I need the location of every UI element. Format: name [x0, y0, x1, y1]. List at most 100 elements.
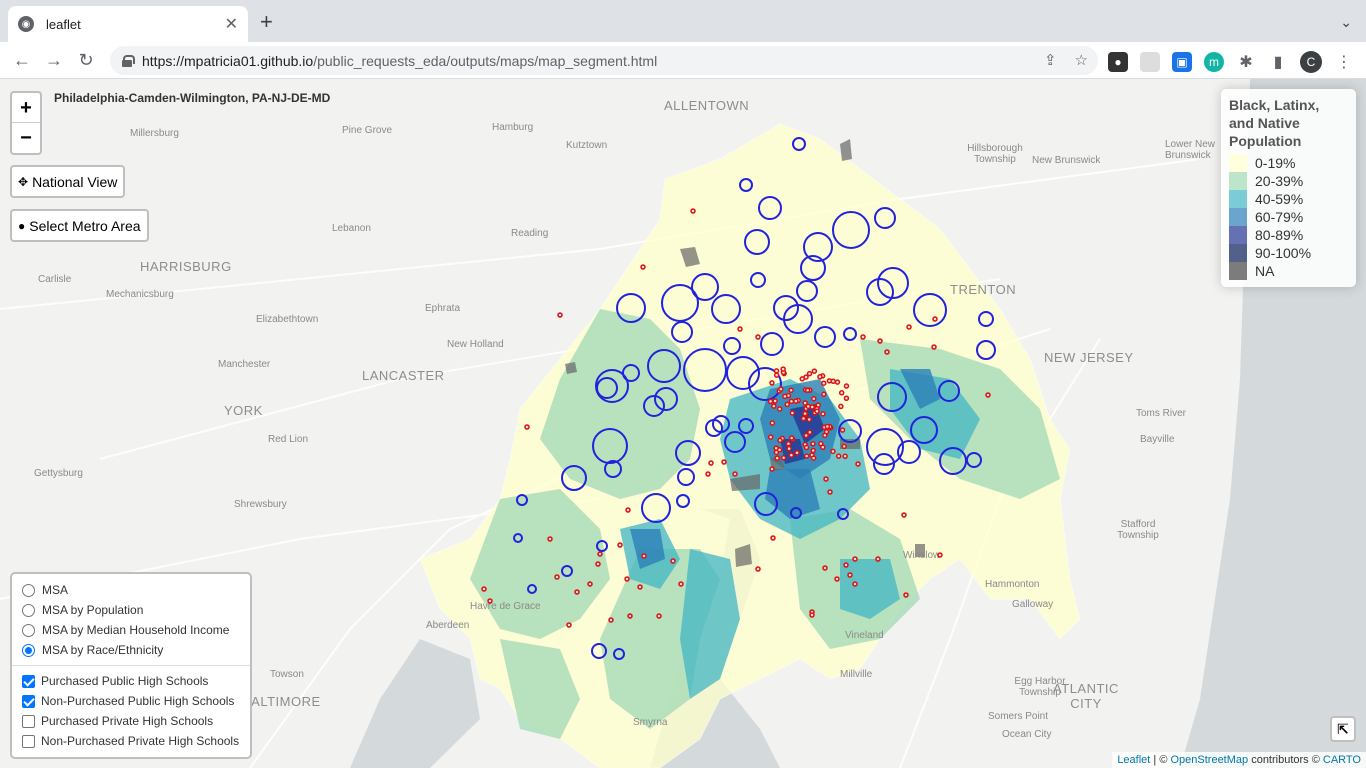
- leaflet-link[interactable]: Leaflet: [1117, 754, 1150, 766]
- carto-link[interactable]: CARTO: [1323, 754, 1361, 766]
- side-panel-icon[interactable]: ▮: [1268, 52, 1288, 72]
- non-purchased-school-marker: [874, 207, 896, 229]
- zoom-in-button[interactable]: +: [12, 93, 40, 123]
- extension-grey-icon[interactable]: [1140, 52, 1160, 72]
- purchased-school-marker: [566, 622, 572, 628]
- browser-tab[interactable]: ◉ leaflet ✕: [8, 6, 248, 42]
- non-purchased-school-marker: [910, 416, 938, 444]
- share-icon[interactable]: ⇪: [1044, 51, 1057, 69]
- purchased-school-marker: [803, 453, 810, 459]
- leaflet-map[interactable]: ALLENTOWN Millersburg Pine Grove Hamburg…: [0, 79, 1366, 768]
- extension-m-icon[interactable]: m: [1204, 52, 1224, 72]
- purchased-school-marker: [793, 398, 799, 404]
- purchased-school-marker: [830, 448, 836, 455]
- attribution-text: | ©: [1150, 754, 1171, 766]
- legend: Black, Latinx, and Native Population 0-1…: [1221, 89, 1356, 287]
- non-purchased-school-marker: [596, 540, 608, 552]
- non-purchased-school-marker: [866, 428, 904, 466]
- overlay-layer-option[interactable]: Non-Purchased Private High Schools: [22, 731, 242, 751]
- purchased-school-marker: [809, 612, 815, 618]
- purchased-school-marker: [547, 536, 553, 542]
- non-purchased-school-marker: [939, 447, 967, 475]
- base-layer-option[interactable]: MSA by Race/Ethnicity: [22, 640, 242, 660]
- non-purchased-school-marker: [654, 387, 678, 411]
- osm-link[interactable]: OpenStreetMap: [1170, 754, 1248, 766]
- purchased-school-marker: [524, 424, 530, 430]
- purchased-school-marker: [804, 387, 811, 393]
- purchased-school-marker: [773, 368, 780, 374]
- extension-blue-icon[interactable]: ▣: [1172, 52, 1192, 72]
- legend-item: 40-59%: [1229, 190, 1348, 208]
- purchased-school-marker: [937, 552, 943, 558]
- purchased-school-marker: [755, 566, 761, 572]
- purchased-school-marker: [774, 455, 780, 461]
- legend-item: 60-79%: [1229, 208, 1348, 226]
- address-bar[interactable]: https://mpatricia01.github.io/public_req…: [110, 46, 1098, 75]
- purchased-school-marker: [767, 434, 774, 440]
- purchased-school-marker: [640, 264, 646, 270]
- close-tab-icon[interactable]: ✕: [225, 14, 238, 34]
- purchased-school-marker: [824, 423, 831, 430]
- forward-arrow-icon[interactable]: →: [42, 48, 66, 72]
- legend-item: 20-39%: [1229, 172, 1348, 190]
- layer-label: MSA by Median Household Income: [42, 623, 230, 637]
- purchased-school-marker: [809, 404, 816, 410]
- reload-icon[interactable]: ↻: [74, 48, 98, 72]
- purchased-school-marker: [678, 581, 684, 587]
- fullscreen-button[interactable]: ⇱: [1330, 716, 1356, 742]
- purchased-school-marker: [789, 410, 796, 416]
- purchased-school-marker: [782, 393, 788, 400]
- radio-button[interactable]: [22, 623, 35, 637]
- national-view-button[interactable]: ✥ National View: [10, 165, 126, 198]
- layer-label: Purchased Public High Schools: [41, 674, 209, 688]
- non-purchased-school-marker: [976, 340, 996, 360]
- checkbox[interactable]: [22, 734, 35, 748]
- purchased-school-marker: [780, 454, 787, 461]
- radio-button[interactable]: [22, 643, 35, 657]
- base-layer-option[interactable]: MSA: [22, 580, 242, 600]
- purchased-school-marker: [811, 368, 818, 374]
- purchased-school-marker: [786, 445, 792, 452]
- purchased-school-marker: [587, 581, 593, 587]
- layer-label: Purchased Private High Schools: [41, 714, 214, 728]
- checkbox[interactable]: [22, 714, 35, 728]
- puzzle-extensions-icon[interactable]: ✱: [1236, 52, 1256, 72]
- non-purchased-school-marker: [591, 643, 607, 659]
- national-view-label: National View: [32, 173, 118, 190]
- purchased-school-marker: [903, 592, 909, 598]
- overlay-layer-option[interactable]: Non-Purchased Public High Schools: [22, 691, 242, 711]
- purchased-school-marker: [773, 372, 780, 378]
- tab-search-chevron-icon[interactable]: ⌄: [1340, 14, 1352, 31]
- new-tab-button[interactable]: +: [260, 11, 273, 33]
- purchased-school-marker: [802, 400, 808, 406]
- base-layer-option[interactable]: MSA by Population: [22, 600, 242, 620]
- non-purchased-school-marker: [527, 584, 537, 594]
- checkbox[interactable]: [22, 694, 35, 708]
- radio-button[interactable]: [22, 603, 35, 617]
- non-purchased-school-marker: [738, 418, 754, 434]
- base-layer-option[interactable]: MSA by Median Household Income: [22, 620, 242, 640]
- non-purchased-school-marker: [837, 508, 849, 520]
- radio-button[interactable]: [22, 583, 35, 597]
- map-title: Philadelphia-Camden-Wilmington, PA-NJ-DE…: [54, 91, 331, 105]
- purchased-school-marker: [777, 437, 783, 444]
- overlay-layer-option[interactable]: Purchased Private High Schools: [22, 711, 242, 731]
- purchased-school-marker: [778, 386, 784, 392]
- overlay-layer-option[interactable]: Purchased Public High Schools: [22, 671, 242, 691]
- kebab-menu-icon[interactable]: ⋮: [1334, 52, 1354, 72]
- zoom-out-button[interactable]: −: [12, 123, 40, 153]
- back-arrow-icon[interactable]: ←: [10, 48, 34, 72]
- purchased-school-marker: [780, 366, 786, 372]
- purchased-school-marker: [806, 416, 812, 423]
- attribution: Leaflet | © OpenStreetMap contributors ©…: [1112, 752, 1366, 768]
- purchased-school-marker: [800, 415, 807, 422]
- checkbox[interactable]: [22, 674, 35, 688]
- purchased-school-marker: [557, 312, 563, 318]
- purchased-school-marker: [690, 208, 696, 214]
- panda-extension-icon[interactable]: ●: [1108, 52, 1128, 72]
- bookmark-star-icon[interactable]: ☆: [1075, 51, 1088, 69]
- select-metro-button[interactable]: ● Select Metro Area: [10, 209, 149, 242]
- non-purchased-school-marker: [683, 348, 727, 392]
- profile-avatar[interactable]: C: [1300, 51, 1322, 73]
- purchased-school-marker: [820, 391, 827, 398]
